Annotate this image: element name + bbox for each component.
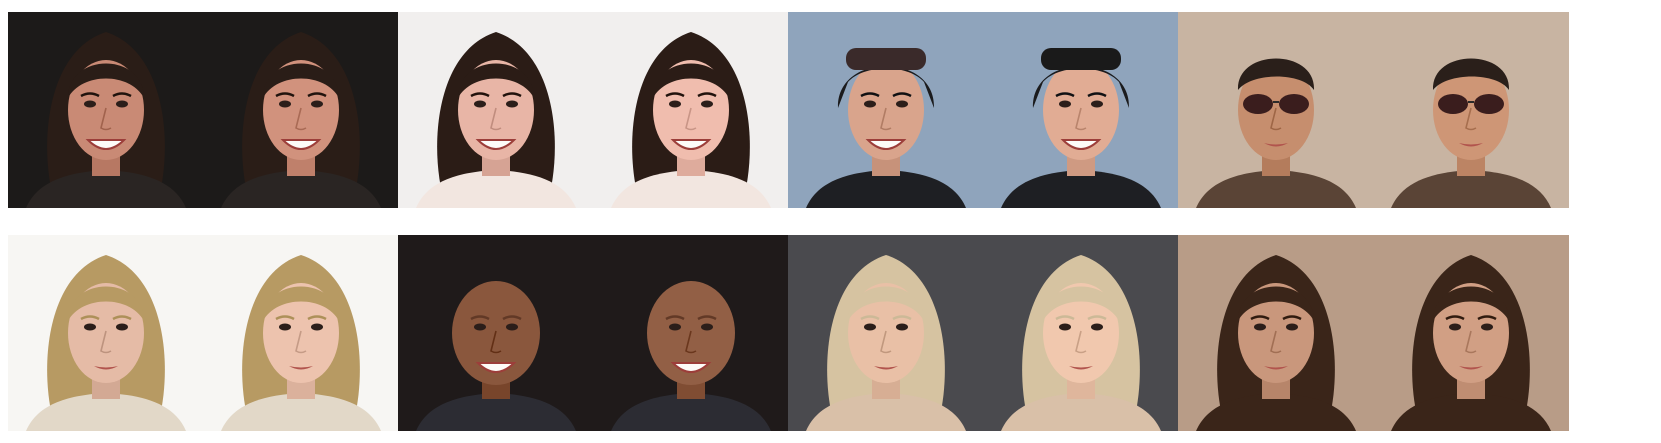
eye-right xyxy=(701,323,713,331)
input-photo-woman-dark-hair-dark-background xyxy=(8,12,204,208)
eye-left xyxy=(474,323,486,331)
eye-left xyxy=(84,323,96,331)
eye-left xyxy=(474,100,486,108)
output-photo-bald-smiling-man-dark-background xyxy=(593,235,789,431)
eye-right xyxy=(116,323,128,331)
output-photo-man-ski-helmet-goggles xyxy=(983,12,1179,208)
output-photo-man-aviator-sunglasses xyxy=(1373,12,1569,208)
eye-right xyxy=(311,323,323,331)
sunglasses-lens-left xyxy=(1243,94,1273,114)
eye-right xyxy=(116,100,128,108)
eye-left xyxy=(669,100,681,108)
input-photo-woman-blonde-high-ponytail xyxy=(788,235,984,431)
output-photo-woman-blonde-high-ponytail xyxy=(983,235,1179,431)
eye-right xyxy=(506,323,518,331)
eye-right xyxy=(1091,100,1103,108)
image-row-1 xyxy=(8,12,1653,208)
input-photo-man-aviator-sunglasses xyxy=(1178,12,1374,208)
eye-left xyxy=(1059,323,1071,331)
goggles xyxy=(1041,48,1121,70)
input-photo-woman-dark-hair-light-background xyxy=(398,12,594,208)
eye-right xyxy=(311,100,323,108)
eye-left xyxy=(279,100,291,108)
eye-left xyxy=(1449,323,1461,331)
eye-left xyxy=(84,100,96,108)
sunglasses-lens-right xyxy=(1474,94,1504,114)
input-photo-woman-long-brown-hair xyxy=(1178,235,1374,431)
input-photo-woman-blonde-white-background xyxy=(8,235,204,431)
eye-right xyxy=(1286,323,1298,331)
eye-left xyxy=(864,323,876,331)
output-photo-woman-blonde-white-background xyxy=(203,235,399,431)
sunglasses-lens-left xyxy=(1438,94,1468,114)
input-photo-bald-smiling-man-dark-background xyxy=(398,235,594,431)
goggles xyxy=(846,48,926,70)
eye-right xyxy=(506,100,518,108)
eye-left xyxy=(669,323,681,331)
output-photo-woman-dark-hair-dark-background xyxy=(203,12,399,208)
eye-left xyxy=(864,100,876,108)
eye-right xyxy=(896,100,908,108)
image-row-2 xyxy=(8,235,1653,431)
eye-right xyxy=(701,100,713,108)
face-image-grid xyxy=(8,12,1653,432)
output-photo-woman-long-brown-hair xyxy=(1373,235,1569,431)
sunglasses-lens-right xyxy=(1279,94,1309,114)
eye-right xyxy=(1091,323,1103,331)
eye-right xyxy=(896,323,908,331)
input-photo-man-ski-helmet-goggles xyxy=(788,12,984,208)
eye-left xyxy=(1254,323,1266,331)
eye-left xyxy=(1059,100,1071,108)
eye-left xyxy=(279,323,291,331)
eye-right xyxy=(1481,323,1493,331)
output-photo-woman-dark-hair-light-background xyxy=(593,12,789,208)
